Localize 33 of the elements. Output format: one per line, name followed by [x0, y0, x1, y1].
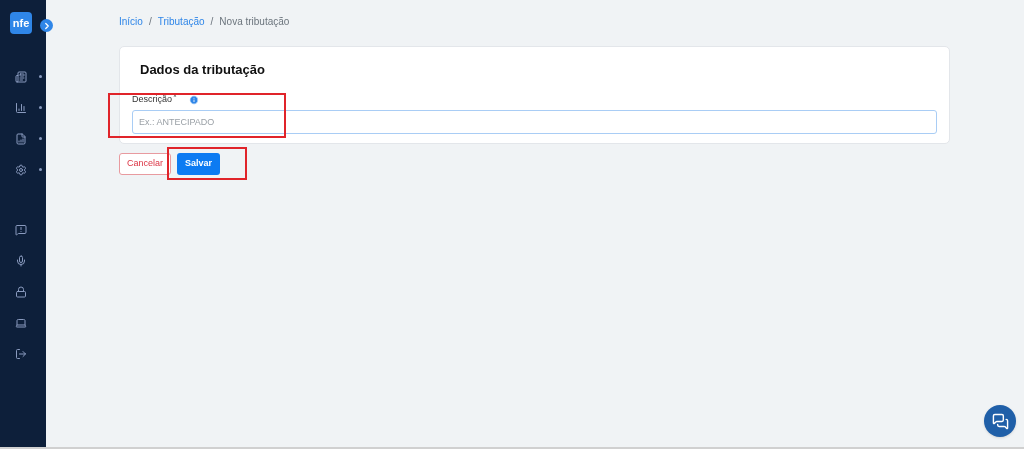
sidebar-item[interactable]: [15, 316, 27, 329]
logout-icon: [15, 347, 27, 360]
microphone-icon: [15, 254, 27, 267]
expand-sidebar-button[interactable]: [40, 19, 53, 32]
sidebar-item[interactable]: [15, 285, 27, 298]
laptop-icon: [15, 316, 27, 329]
settings-icon: [15, 163, 27, 176]
breadcrumb-link[interactable]: Tributação: [157, 13, 205, 29]
sidebar-item[interactable]: [15, 254, 27, 267]
sidebar-item[interactable]: [15, 163, 42, 176]
description-field[interactable]: Ex.: ANTECIPADO: [132, 109, 937, 134]
breadcrumb-separator: /: [148, 14, 152, 29]
sidebar-item[interactable]: [15, 347, 27, 360]
breadcrumb-separator: /: [210, 14, 214, 29]
help-icon: [15, 223, 27, 236]
cancel-button[interactable]: Cancelar: [119, 152, 172, 175]
sidebar-item[interactable]: [15, 132, 42, 145]
field-label: Descrição: [132, 92, 172, 106]
breadcrumb-link[interactable]: Início: [119, 13, 143, 29]
sidebar-item[interactable]: [15, 70, 42, 83]
logo: nfe: [10, 12, 32, 34]
save-button[interactable]: Salvar: [177, 152, 221, 175]
lock-icon: [15, 285, 27, 298]
report-icon: [15, 132, 27, 145]
chat-button[interactable]: [984, 405, 1016, 437]
breadcrumb-current-page: Nova tributação: [219, 14, 290, 29]
info-icon: [188, 94, 199, 105]
card-title: Dados da tributação: [139, 61, 266, 79]
sidebar-item[interactable]: [15, 101, 42, 114]
sidebar-item[interactable]: [15, 223, 27, 236]
bar-chart-icon: [15, 101, 27, 114]
newspaper-icon: [15, 70, 27, 83]
chat-icon: [991, 412, 1009, 430]
